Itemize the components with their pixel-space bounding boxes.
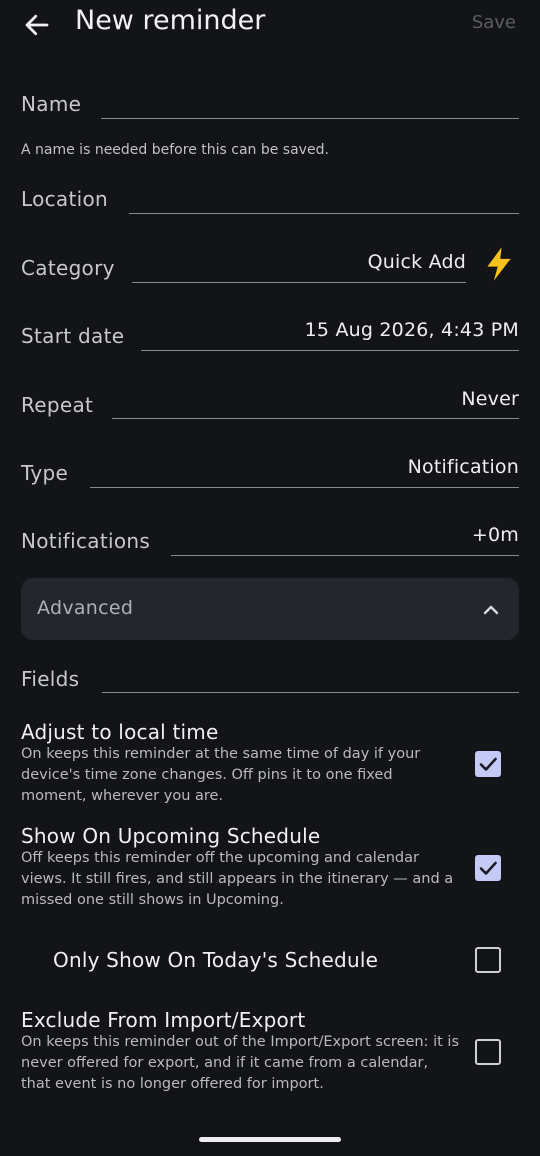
checkbox-checked-icon [479, 861, 497, 875]
notifications-field[interactable] [171, 555, 519, 556]
show-upcoming-title: Show On Upcoming Schedule [21, 824, 321, 848]
name-field[interactable] [101, 118, 519, 119]
advanced-label: Advanced [37, 597, 134, 619]
repeat-value[interactable]: Never [461, 388, 519, 410]
type-label: Type [21, 461, 69, 485]
name-label: Name [21, 92, 82, 116]
start-date-value[interactable]: 15 Aug 2026, 4:43 PM [305, 319, 519, 341]
advanced-section-toggle[interactable]: Advanced [21, 578, 519, 640]
exclude-import-export-title: Exclude From Import/Export [21, 1008, 306, 1032]
adjust-local-time-checkbox[interactable] [475, 751, 501, 777]
type-field[interactable] [90, 487, 519, 488]
name-helper-text: A name is needed before this can be save… [21, 142, 329, 158]
repeat-label: Repeat [21, 393, 94, 417]
notifications-value[interactable]: +0m [472, 524, 519, 546]
adjust-local-time-desc: On keeps this reminder at the same time … [21, 746, 421, 804]
exclude-import-export-checkbox[interactable] [475, 1039, 501, 1065]
notifications-label: Notifications [21, 529, 151, 553]
lightning-bolt-icon[interactable] [483, 246, 515, 282]
start-date-field[interactable] [141, 350, 519, 351]
adjust-local-time-title: Adjust to local time [21, 720, 219, 744]
show-upcoming-desc: Off keeps this reminder off the upcoming… [21, 850, 454, 908]
repeat-field[interactable] [112, 418, 519, 419]
checkbox-checked-icon [479, 757, 497, 771]
location-label: Location [21, 187, 108, 211]
only-today-title: Only Show On Today's Schedule [53, 948, 379, 972]
type-value[interactable]: Notification [408, 456, 519, 478]
category-value[interactable]: Quick Add [368, 251, 466, 273]
category-label: Category [21, 256, 115, 280]
category-field[interactable] [132, 282, 466, 283]
exclude-import-export-desc: On keeps this reminder out of the Import… [21, 1034, 460, 1092]
show-upcoming-checkbox[interactable] [475, 855, 501, 881]
back-arrow-icon[interactable] [22, 10, 52, 40]
start-date-label: Start date [21, 324, 125, 348]
save-button[interactable]: Save [472, 12, 516, 33]
home-indicator [199, 1137, 341, 1142]
chevron-up-icon [483, 605, 499, 615]
fields-field[interactable] [102, 692, 519, 693]
fields-label: Fields [21, 667, 80, 691]
page-title: New reminder [75, 5, 266, 36]
only-today-checkbox[interactable] [475, 947, 501, 973]
location-field[interactable] [129, 213, 519, 214]
